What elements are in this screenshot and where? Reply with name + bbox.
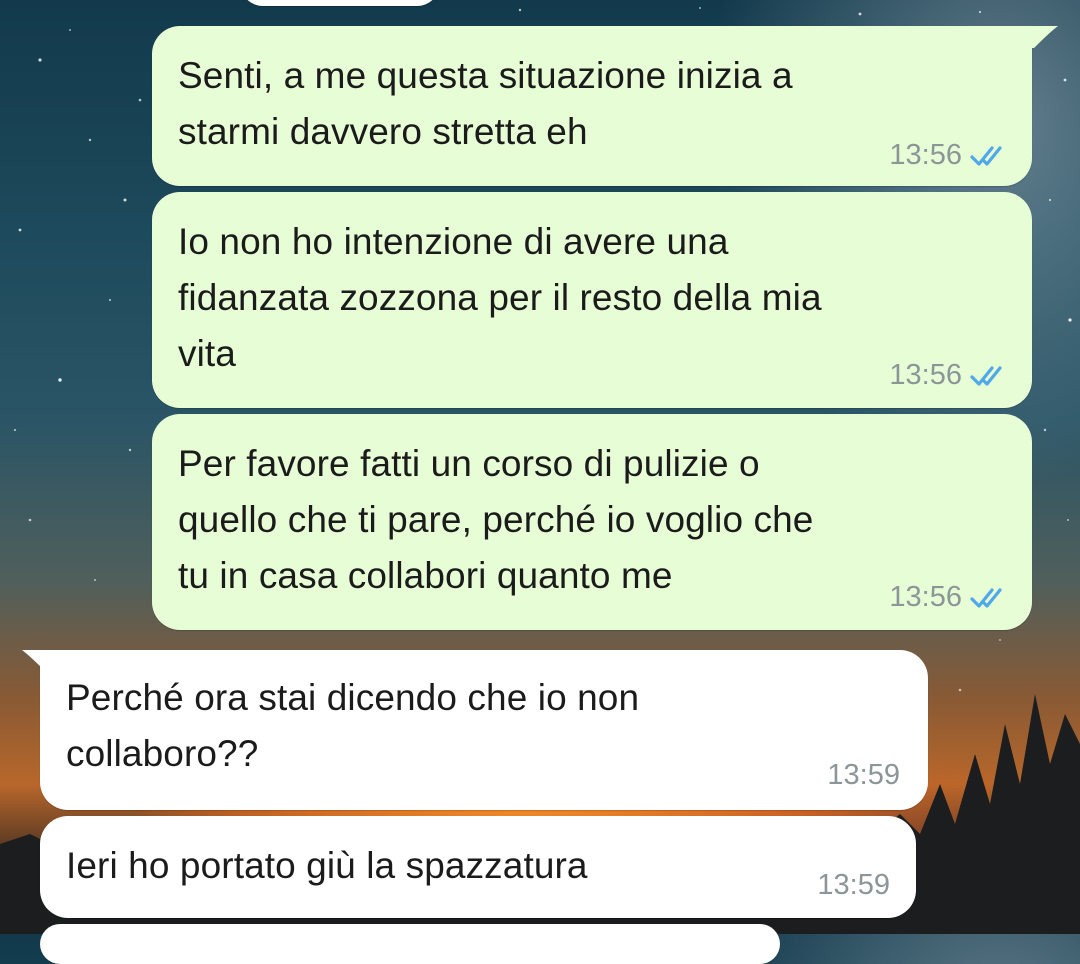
message-timestamp: 13:59 <box>817 869 890 901</box>
message-bubble-outgoing[interactable]: Senti, a me questa situazione inizia a s… <box>152 26 1032 186</box>
message-bubble-partial-bottom <box>40 924 780 964</box>
message-bubble-incoming[interactable]: Ieri ho portato giù la spazzatura 13:59 <box>40 816 916 918</box>
message-bubble-incoming[interactable]: Perché ora stai dicendo che io non colla… <box>40 650 928 810</box>
double-check-read-icon <box>970 365 1002 386</box>
chat-conversation: Senti, a me questa situazione inizia a s… <box>0 0 1080 964</box>
message-meta: 13:59 <box>817 869 890 902</box>
message-meta: 13:56 <box>889 359 1010 392</box>
message-text: Perché ora stai dicendo che io non colla… <box>66 677 640 774</box>
message-text: Per favore fatti un corso di pulizie o q… <box>178 443 814 596</box>
message-meta: 13:56 <box>889 139 1010 172</box>
message-meta: 13:59 <box>827 759 900 792</box>
message-bubble-outgoing[interactable]: Per favore fatti un corso di pulizie o q… <box>152 414 1032 630</box>
double-check-read-icon <box>970 587 1002 608</box>
message-meta: 13:56 <box>889 581 1010 614</box>
message-text: Ieri ho portato giù la spazzatura <box>66 845 588 886</box>
message-timestamp: 13:56 <box>889 581 962 613</box>
bubble-tail-outgoing <box>1020 26 1058 48</box>
message-timestamp: 13:59 <box>827 759 900 791</box>
message-text: Senti, a me questa situazione inizia a s… <box>178 55 793 152</box>
message-bubble-outgoing[interactable]: Io non ho intenzione di avere una fidanz… <box>152 192 1032 408</box>
message-timestamp: 13:56 <box>889 359 962 391</box>
message-text: Io non ho intenzione di avere una fidanz… <box>178 221 822 374</box>
message-bubble-partial-top <box>240 0 440 6</box>
double-check-read-icon <box>970 145 1002 166</box>
message-timestamp: 13:56 <box>889 139 962 171</box>
